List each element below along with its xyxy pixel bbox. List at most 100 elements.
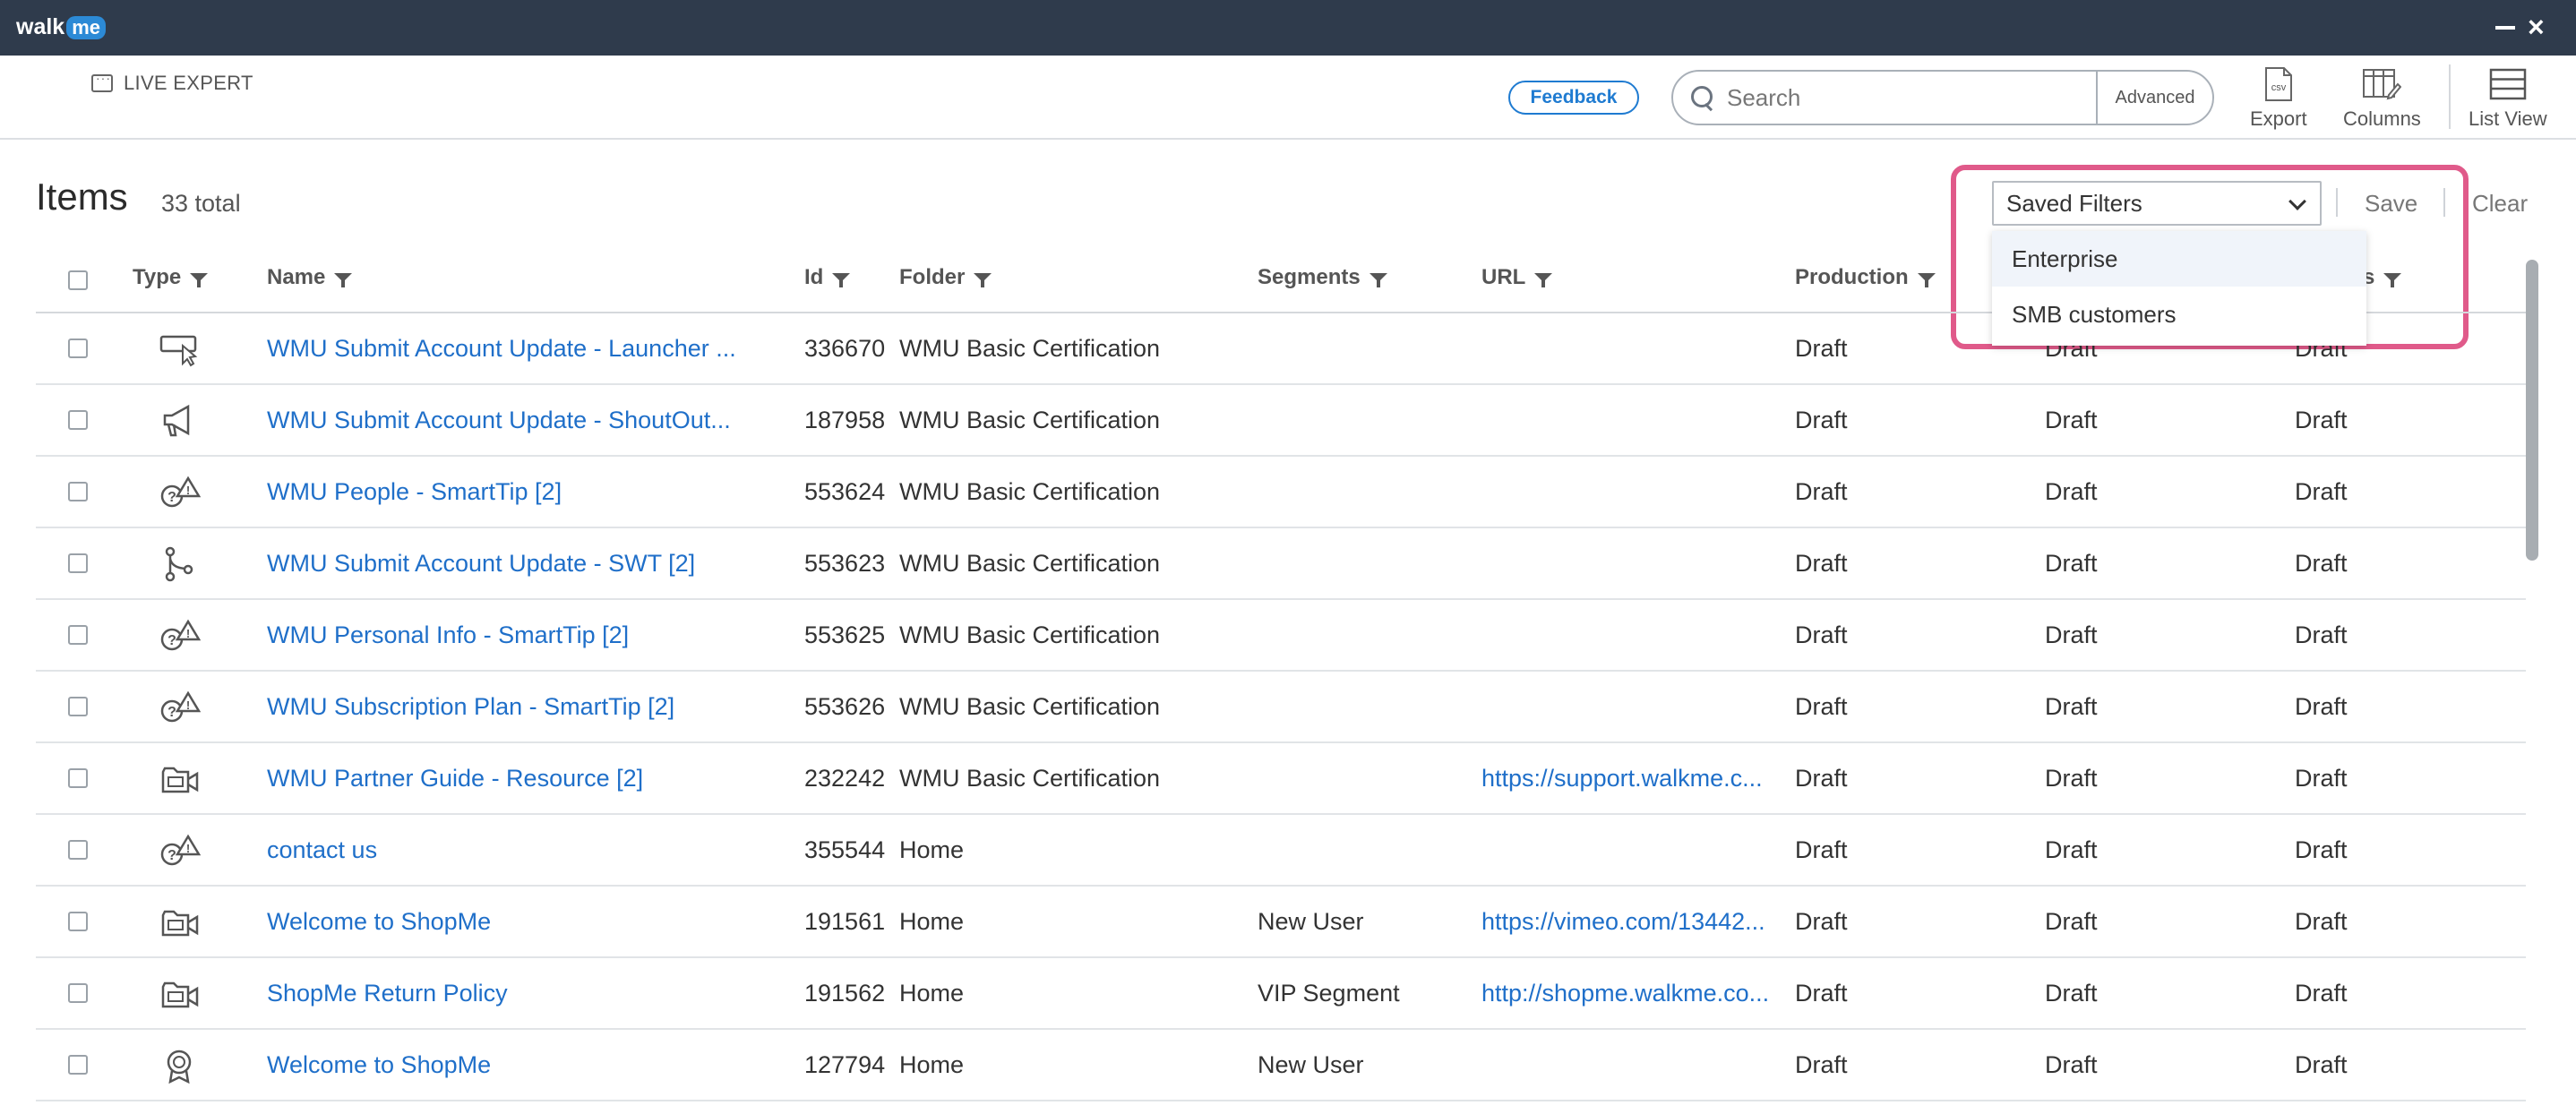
item-url-link[interactable]: http://shopme.walkme.co... — [1481, 980, 1769, 1007]
row-checkbox[interactable] — [68, 482, 88, 501]
row-checkbox[interactable] — [68, 338, 88, 358]
filter-funnel-icon[interactable] — [1369, 273, 1387, 287]
table-row[interactable]: ?! WMU Personal Info - SmartTip [2] 553625… — [36, 600, 2526, 672]
item-status: Draft — [2045, 407, 2098, 433]
item-folder: Home — [899, 980, 965, 1007]
table-row[interactable]: WMU Submit Account Update - ShoutOut... 1… — [36, 385, 2526, 457]
row-checkbox[interactable] — [68, 912, 88, 931]
item-status: Draft — [2045, 980, 2098, 1007]
item-name-link[interactable]: WMU People - SmartTip [2] — [267, 478, 562, 506]
table-row[interactable]: Welcome to ShopMe 191561 Home New User https… — [36, 887, 2526, 958]
column-header-segments[interactable]: Segments — [1258, 265, 1387, 290]
list-view-button[interactable]: List View — [2469, 66, 2547, 131]
item-status: Draft — [2295, 908, 2348, 935]
item-status: Draft — [2045, 550, 2098, 577]
table-row[interactable]: ?! WMU People - SmartTip [2] 553624 WMU Bas… — [36, 457, 2526, 528]
item-name-link[interactable]: WMU Subscription Plan - SmartTip [2] — [267, 693, 674, 721]
item-folder: WMU Basic Certification — [899, 478, 1161, 505]
filter-funnel-icon[interactable] — [190, 273, 209, 287]
item-status: Draft — [2045, 1051, 2098, 1078]
search-input[interactable] — [1727, 83, 2076, 112]
item-name-link[interactable]: WMU Submit Account Update - ShoutOut... — [267, 407, 731, 434]
filter-funnel-icon[interactable] — [334, 273, 353, 287]
item-folder: Home — [899, 1051, 965, 1078]
saved-filters-select[interactable]: Saved Filters — [1992, 181, 2322, 226]
item-name-link[interactable]: WMU Personal Info - SmartTip [2] — [267, 621, 629, 649]
item-folder: WMU Basic Certification — [899, 335, 1161, 362]
resource-icon — [159, 904, 201, 940]
item-production-status: Draft — [1795, 407, 1848, 433]
item-status: Draft — [2295, 693, 2348, 720]
item-status: Draft — [2045, 693, 2098, 720]
feedback-button[interactable]: Feedback — [1508, 81, 1639, 115]
clear-filter-button[interactable]: Clear — [2472, 190, 2528, 218]
table-row[interactable]: ?! contact us 355544 Home Draft Draft Draft — [36, 815, 2526, 887]
saved-filters-dropdown: Enterprise SMB customers — [1992, 231, 2366, 346]
item-name-link[interactable]: WMU Partner Guide - Resource [2] — [267, 765, 643, 793]
item-name-link[interactable]: WMU Submit Account Update - Launcher ... — [267, 335, 736, 363]
close-icon[interactable]: × — [2528, 13, 2545, 41]
item-production-status: Draft — [1795, 335, 1848, 362]
item-url-link[interactable]: https://vimeo.com/13442... — [1481, 908, 1765, 936]
column-header-type[interactable]: Type — [133, 265, 209, 290]
advanced-search-button[interactable]: Advanced — [2096, 72, 2212, 124]
row-checkbox[interactable] — [68, 1055, 88, 1075]
item-folder: Home — [899, 908, 965, 935]
column-header-label: Segments — [1258, 265, 1361, 289]
item-status: Draft — [2295, 836, 2348, 863]
item-id: 553625 — [804, 621, 886, 648]
row-checkbox[interactable] — [68, 768, 88, 788]
column-header-production[interactable]: Production — [1795, 265, 1936, 290]
item-url-link[interactable]: https://support.walkme.c... — [1481, 765, 1763, 793]
row-checkbox[interactable] — [68, 697, 88, 716]
filter-funnel-icon[interactable] — [832, 273, 851, 287]
table-row[interactable]: WMU Partner Guide - Resource [2] 232242 WM… — [36, 743, 2526, 815]
save-filter-button[interactable]: Save — [2365, 190, 2417, 218]
item-id: 336670 — [804, 335, 886, 362]
item-name-link[interactable]: ShopMe Return Policy — [267, 980, 508, 1007]
row-checkbox[interactable] — [68, 983, 88, 1003]
column-header-status[interactable]: s — [2363, 265, 2402, 290]
table-row[interactable]: WMU Submit Account Update - SWT [2] 55362… — [36, 528, 2526, 600]
columns-button[interactable]: Columns — [2343, 66, 2421, 131]
filter-option-smb-customers[interactable]: SMB customers — [1992, 287, 2366, 342]
vertical-scrollbar[interactable] — [2526, 260, 2538, 561]
item-name-link[interactable]: Welcome to ShopMe — [267, 1051, 491, 1079]
table-row[interactable]: ShopMe Return Policy 191562 Home VIP Segmen… — [36, 958, 2526, 1030]
item-status: Draft — [2295, 478, 2348, 505]
table-body: WMU Submit Account Update - Launcher ...… — [36, 313, 2526, 1101]
item-folder: WMU Basic Certification — [899, 693, 1161, 720]
filter-funnel-icon[interactable] — [2383, 273, 2402, 287]
item-name-link[interactable]: Welcome to ShopMe — [267, 908, 491, 936]
column-header-label: URL — [1481, 265, 1526, 289]
item-production-status: Draft — [1795, 908, 1848, 935]
walkme-logo: walk me — [16, 14, 106, 40]
column-header-name[interactable]: Name — [267, 265, 353, 290]
item-status: Draft — [2045, 836, 2098, 863]
row-checkbox[interactable] — [68, 410, 88, 430]
filter-funnel-icon[interactable] — [1534, 273, 1553, 287]
row-checkbox[interactable] — [68, 553, 88, 573]
item-name-link[interactable]: WMU Submit Account Update - SWT [2] — [267, 550, 695, 578]
row-checkbox[interactable] — [68, 625, 88, 645]
minimize-icon[interactable] — [2495, 26, 2515, 30]
item-status: Draft — [2295, 980, 2348, 1007]
item-folder: WMU Basic Certification — [899, 621, 1161, 648]
item-production-status: Draft — [1795, 478, 1848, 505]
filter-funnel-icon[interactable] — [1917, 273, 1936, 287]
column-header-id[interactable]: Id — [804, 265, 851, 290]
export-button[interactable]: csv Export — [2250, 66, 2307, 131]
item-name-link[interactable]: contact us — [267, 836, 377, 864]
column-header-folder[interactable]: Folder — [899, 265, 992, 290]
svg-text:!: ! — [186, 484, 190, 497]
select-all-checkbox[interactable] — [68, 270, 88, 290]
table-row[interactable]: ?! WMU Subscription Plan - SmartTip [2] 55… — [36, 672, 2526, 743]
table-row[interactable]: Welcome to ShopMe 127794 Home New User Draft… — [36, 1030, 2526, 1101]
filter-funnel-icon[interactable] — [974, 273, 992, 287]
column-header-url[interactable]: URL — [1481, 265, 1553, 290]
filter-option-enterprise[interactable]: Enterprise — [1992, 231, 2366, 287]
resource-icon — [159, 976, 201, 1012]
row-checkbox[interactable] — [68, 840, 88, 860]
live-expert-button[interactable]: LIVE EXPERT — [91, 71, 253, 95]
item-folder: WMU Basic Certification — [899, 765, 1161, 792]
